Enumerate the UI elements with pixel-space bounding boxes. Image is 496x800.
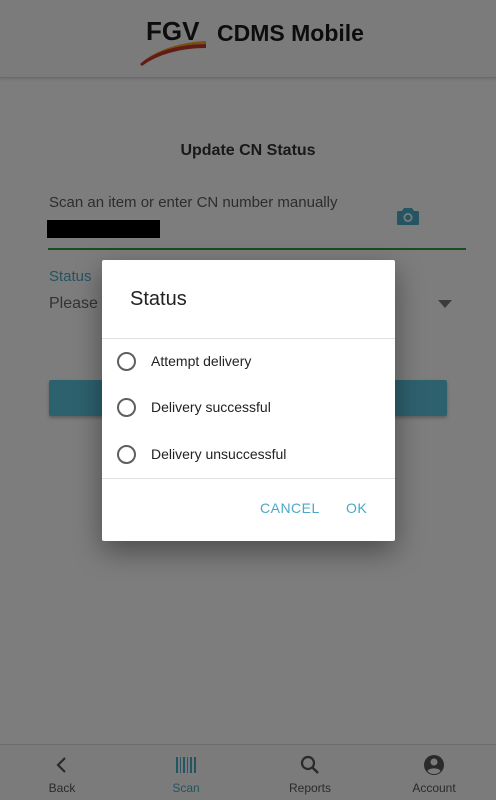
status-dialog: Status Attempt delivery Delivery success…	[102, 260, 395, 541]
option-label: Delivery unsuccessful	[151, 446, 287, 462]
radio-button[interactable]	[117, 445, 136, 464]
dialog-divider	[102, 478, 395, 479]
dialog-title: Status	[130, 288, 187, 310]
cancel-button[interactable]: CANCEL	[260, 500, 320, 516]
option-delivery-successful[interactable]: Delivery successful	[102, 385, 395, 431]
option-label: Delivery successful	[151, 399, 271, 415]
radio-button[interactable]	[117, 352, 136, 371]
option-attempt-delivery[interactable]: Attempt delivery	[102, 339, 395, 385]
radio-button[interactable]	[117, 398, 136, 417]
ok-button[interactable]: OK	[346, 500, 367, 516]
option-label: Attempt delivery	[151, 353, 252, 369]
app-screen: FGV CDMS Mobile Update CN Status Scan an…	[0, 0, 496, 800]
option-delivery-unsuccessful[interactable]: Delivery unsuccessful	[102, 432, 395, 478]
